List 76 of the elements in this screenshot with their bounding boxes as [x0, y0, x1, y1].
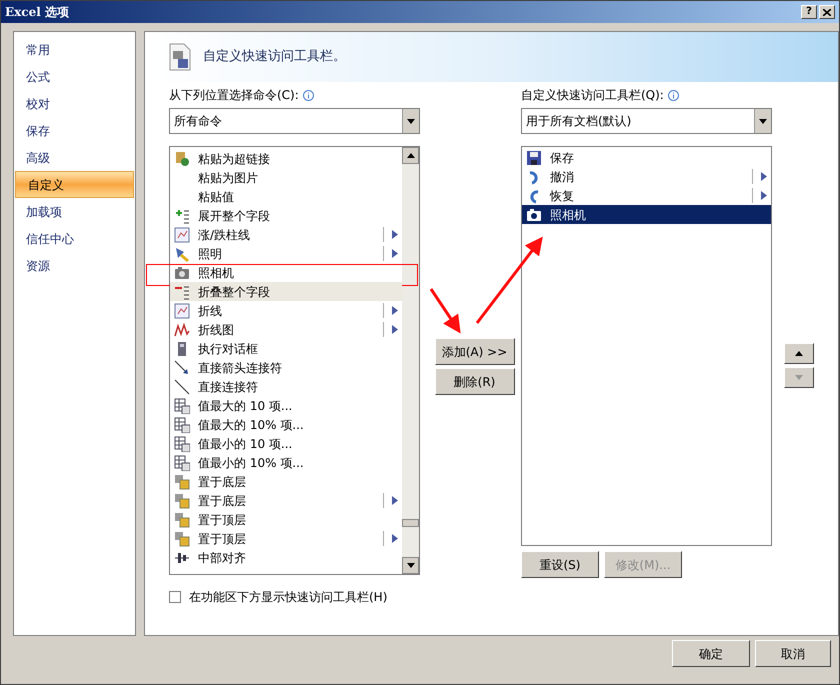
window-title: Excel 选项 [5, 4, 70, 21]
down-icon [795, 375, 803, 380]
scroll-down-icon[interactable] [406, 563, 414, 568]
add-button[interactable]: 添加(A) >> [434, 338, 514, 365]
annotation-arrow [430, 288, 461, 334]
sidebar-item[interactable]: 加载项 [14, 198, 135, 225]
command-item[interactable]: 恢复 [522, 186, 771, 205]
up-icon [795, 351, 803, 356]
command-item[interactable]: 撤消 [522, 167, 771, 186]
scrollbar[interactable] [402, 147, 419, 574]
plus-icon [174, 208, 190, 224]
cancel-button[interactable]: 取消 [755, 640, 831, 667]
command-item[interactable]: 折线图 [170, 320, 402, 339]
ok-button[interactable]: 确定 [672, 640, 750, 667]
command-item[interactable]: 值最小的 10% 项... [170, 453, 402, 472]
checkbox[interactable] [169, 591, 181, 603]
command-item[interactable]: 粘贴值 [170, 187, 402, 206]
info-icon [668, 90, 679, 100]
close-icon [823, 8, 831, 16]
toolbar-label: 自定义快速访问工具栏(Q): [521, 87, 664, 104]
command-item[interactable]: 照明 [170, 244, 402, 263]
toolbar-customize-icon [169, 43, 191, 71]
chart-icon [174, 226, 190, 242]
sidebar-item[interactable]: 自定义 [15, 171, 134, 198]
layers-icon [174, 474, 190, 490]
command-item[interactable]: 置于顶层 [170, 510, 402, 529]
remove-button[interactable]: 删除(R) [434, 368, 514, 395]
command-item[interactable]: 直接连接符 [170, 377, 402, 396]
layers-icon [174, 492, 190, 508]
sidebar-item[interactable]: 资源 [14, 252, 135, 279]
chart-icon [174, 302, 190, 318]
toolbar-dropdown[interactable]: 用于所有文档(默认) [521, 108, 772, 134]
reset-button[interactable]: 重设(S) [521, 551, 599, 578]
command-item[interactable]: 折线 [170, 301, 402, 320]
command-item[interactable]: 执行对话框 [170, 339, 402, 358]
scrollbar-thumb[interactable] [402, 519, 419, 527]
camera-icon [526, 206, 542, 222]
move-down-button[interactable] [784, 367, 814, 388]
sidebar-item[interactable]: 保存 [14, 117, 135, 144]
command-item[interactable]: 置于底层 [170, 472, 402, 491]
command-item[interactable]: 照相机 [170, 263, 402, 282]
help-button[interactable]: ? [801, 5, 817, 19]
command-item[interactable]: 中部对齐 [170, 548, 402, 567]
info-icon [302, 90, 314, 100]
command-item[interactable]: 涨/跌柱线 [170, 225, 402, 244]
command-item[interactable]: 置于顶层 [170, 529, 402, 548]
section-title: 自定义快速访问工具栏。 [203, 48, 346, 66]
layers-icon [174, 512, 190, 528]
commands-dropdown[interactable]: 所有命令 [169, 108, 420, 134]
checkbox-label: 在功能区下方显示快速访问工具栏(H) [189, 589, 388, 606]
command-item[interactable]: 保存 [522, 148, 771, 167]
sidebar-item[interactable]: 信任中心 [14, 225, 135, 252]
command-item[interactable]: 置于底层 [170, 491, 402, 510]
camera-icon [174, 264, 190, 280]
command-item[interactable]: 照相机 [522, 205, 771, 224]
command-item[interactable]: 折叠整个字段 [170, 282, 402, 301]
line-chart-icon [174, 322, 190, 338]
move-up-button[interactable] [784, 343, 814, 364]
command-item[interactable]: 值最小的 10 项... [170, 434, 402, 453]
command-item[interactable]: 粘贴为图片 [170, 168, 402, 187]
sidebar-item[interactable]: 高级 [14, 144, 135, 171]
minus-icon [174, 284, 190, 300]
layers-icon [174, 530, 190, 546]
command-item[interactable]: 直接箭头连接符 [170, 358, 402, 377]
commands-label: 从下列位置选择命令(C): [169, 87, 299, 104]
sidebar-item[interactable]: 常用 [14, 36, 135, 63]
sidebar-item[interactable]: 校对 [14, 90, 135, 117]
connector-line-icon [174, 378, 190, 394]
sidebar-item[interactable]: 公式 [14, 63, 135, 90]
scroll-up-icon[interactable] [406, 153, 414, 158]
command-item[interactable]: 值最大的 10% 项... [170, 415, 402, 434]
close-button[interactable] [819, 5, 835, 19]
command-item[interactable]: 展开整个字段 [170, 206, 402, 225]
connector-arrow-icon [174, 360, 190, 376]
command-item[interactable]: 粘贴为超链接 [170, 149, 402, 168]
command-item[interactable]: 值最大的 10 项... [170, 396, 402, 415]
